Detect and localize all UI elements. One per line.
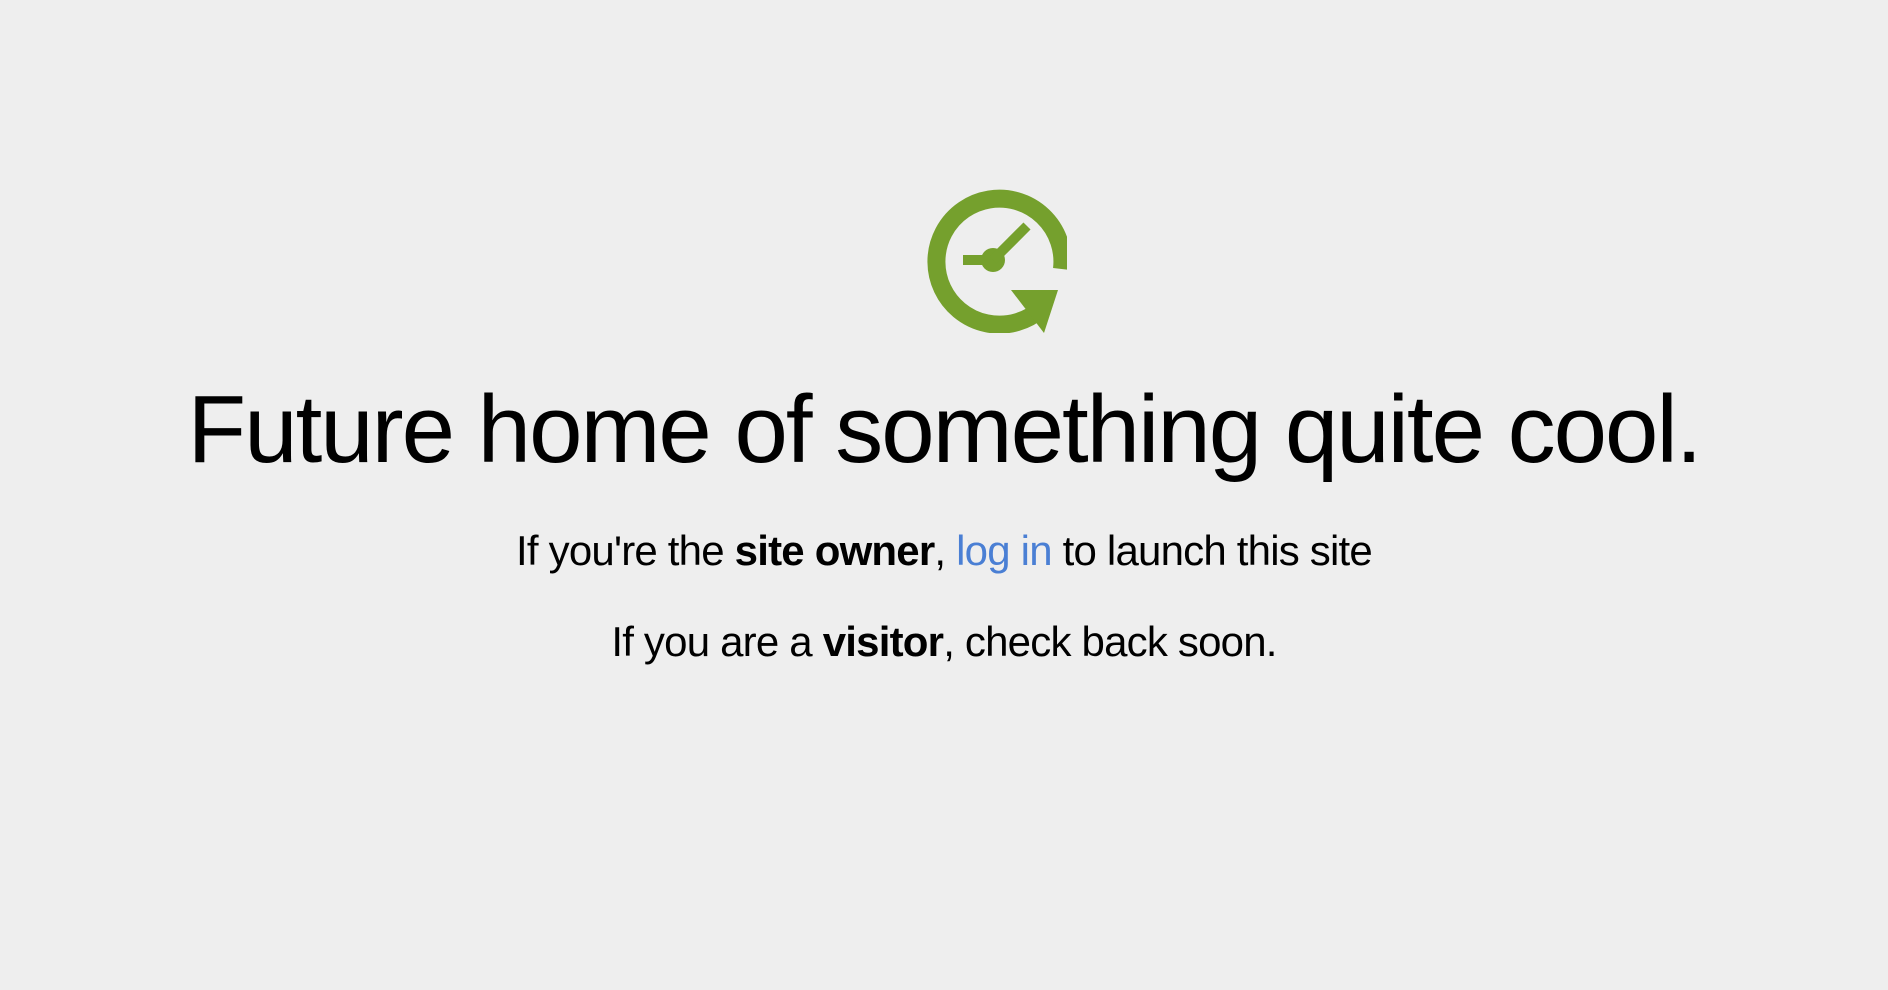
visitor-message-prefix: If you are a <box>611 618 823 665</box>
clock-refresh-icon <box>921 187 1067 333</box>
page: Future home of something quite cool. If … <box>0 0 1888 990</box>
owner-message-prefix: If you're the <box>516 527 735 574</box>
visitor-message: If you are a visitor, check back soon. <box>0 614 1888 670</box>
page-title: Future home of something quite cool. <box>187 376 1703 483</box>
login-link[interactable]: log in <box>956 527 1052 574</box>
owner-message: If you're the site owner, log in to laun… <box>0 523 1888 579</box>
owner-message-emphasis: site owner <box>734 527 936 574</box>
owner-message-suffix: to launch this site <box>1051 527 1373 574</box>
visitor-message-emphasis: visitor <box>822 618 944 665</box>
owner-message-comma: , <box>934 527 957 574</box>
visitor-message-suffix: , check back soon. <box>943 618 1277 665</box>
